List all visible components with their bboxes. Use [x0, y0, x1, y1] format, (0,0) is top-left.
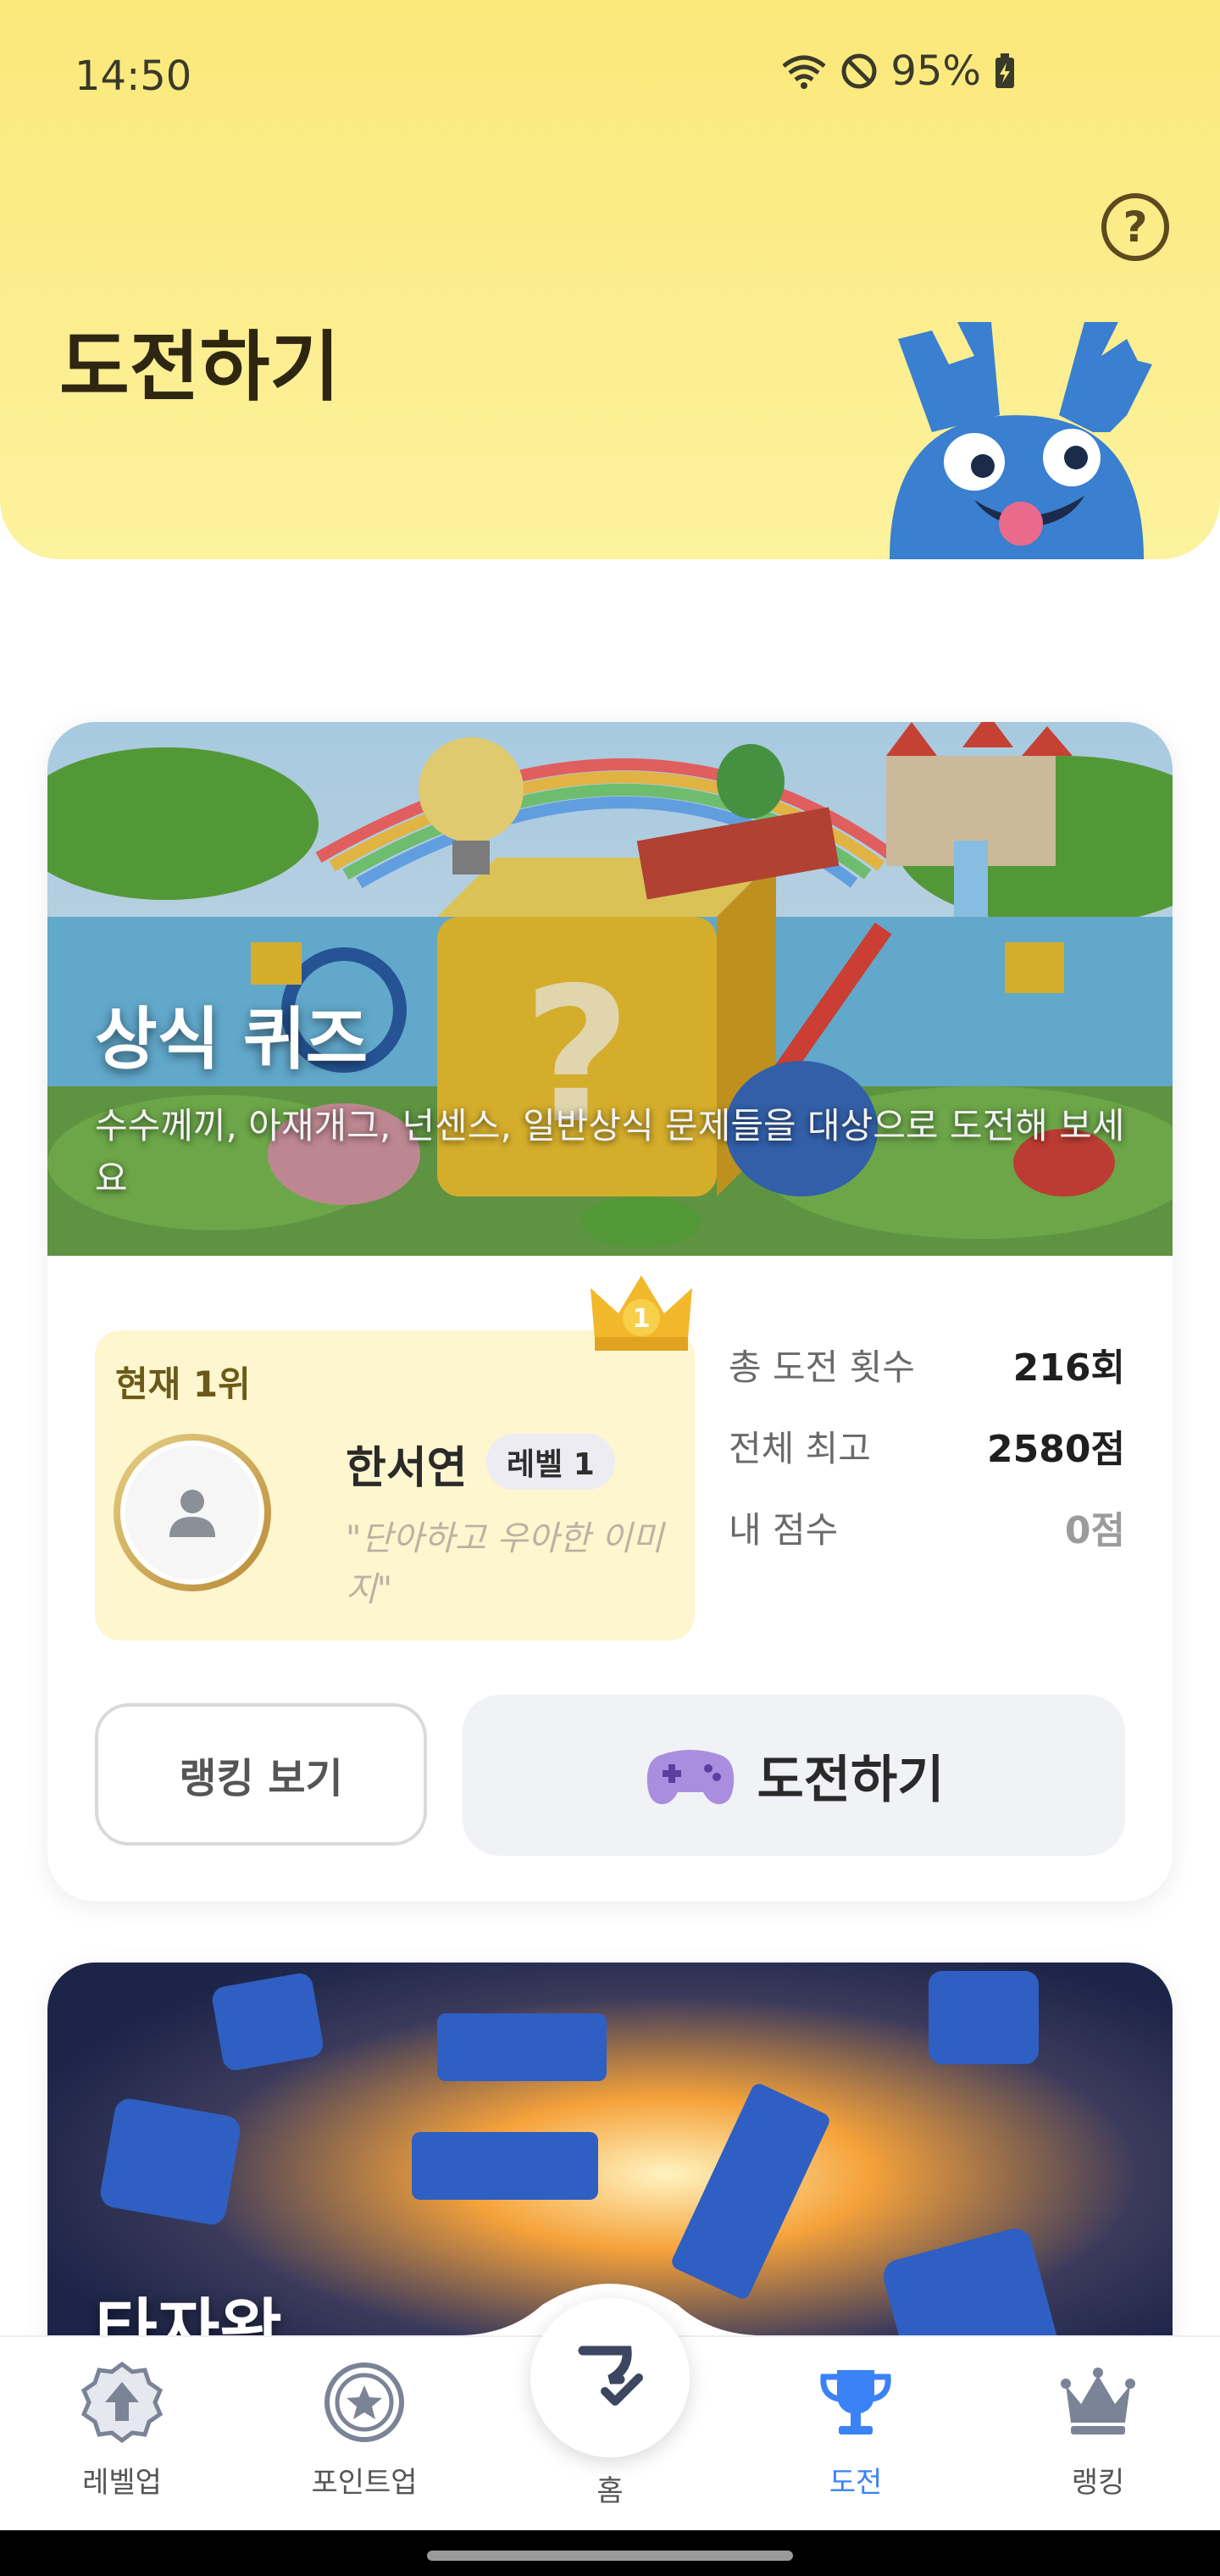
stat-value: 0점	[1064, 1509, 1125, 1552]
start-challenge-button[interactable]: 도전하기	[463, 1695, 1125, 1856]
quiz-title: 상식 퀴즈	[95, 1000, 369, 1079]
stat-label: 전체 최고	[729, 1428, 871, 1469]
gamepad-icon	[646, 1750, 734, 1805]
ranker-quote: "단아하고 우아한 이미지"	[346, 1519, 664, 1609]
wifi-icon	[782, 55, 826, 89]
stat-my-score: 내 점수 0점	[685, 1493, 1125, 1574]
nav-item-ranking[interactable]: 랭킹	[1013, 2356, 1183, 2501]
stat-total-attempts: 총 도전 횟수 216회	[685, 1330, 1125, 1412]
gesture-handle[interactable]	[427, 2551, 793, 2561]
help-button[interactable]: ?	[1101, 193, 1169, 261]
quiz-banner: ? 상식 퀴즈 수수께끼, 아재개그, 넌센스, 일반상식 문제들을 대상으로 …	[47, 722, 1173, 1256]
status-time: 14:50	[75, 53, 192, 100]
quiz-card[interactable]: ? 상식 퀴즈 수수께끼, 아재개그, 넌센스, 일반상식 문제들을 대상으로 …	[47, 722, 1173, 1901]
question-circle-icon: ?	[1123, 203, 1148, 252]
avatar[interactable]	[114, 1434, 271, 1591]
nav-label: 랭킹	[1071, 2466, 1125, 2500]
nav-label: 포인트업	[311, 2466, 418, 2500]
nav-item-point-up[interactable]: 포인트업	[280, 2356, 449, 2501]
nav-item-challenge[interactable]: 도전	[771, 2356, 940, 2501]
home-logo-icon	[578, 2346, 643, 2406]
nav-label: 레벨업	[82, 2466, 162, 2500]
battery-charging-icon	[995, 53, 1014, 88]
stat-value: 2580점	[987, 1428, 1125, 1471]
top-ranker-box: 1 현재 1위 한서연 레벨 1 "단아하고 우아한 이미지"	[95, 1275, 695, 1641]
status-icons: 95%	[780, 47, 1017, 95]
star-medal-icon	[324, 2362, 404, 2442]
crown-icon: 1	[591, 1275, 692, 1351]
view-ranking-button[interactable]: 랭킹 보기	[95, 1703, 427, 1846]
nav-label-home: 홈	[596, 2474, 624, 2508]
crown-icon	[1061, 2368, 1135, 2434]
level-up-badge-icon	[80, 2361, 164, 2444]
nav-item-home[interactable]	[530, 2298, 690, 2457]
battery-percent: 95%	[890, 47, 981, 95]
ranker-name: 한서연	[346, 1443, 468, 1494]
user-placeholder-icon	[169, 1490, 215, 1537]
page-title: 도전하기	[59, 323, 341, 412]
stat-label: 총 도전 횟수	[729, 1346, 915, 1388]
stat-label: 내 점수	[729, 1509, 839, 1551]
crown-rank-number: 1	[633, 1304, 651, 1334]
status-bar: 14:50 95%	[0, 0, 1220, 153]
nav-item-level-up[interactable]: 레벨업	[37, 2356, 207, 2501]
do-not-disturb-icon	[841, 53, 877, 89]
mascot-character-icon	[890, 322, 1152, 559]
trophy-icon	[820, 2370, 891, 2434]
start-challenge-label: 도전하기	[757, 1750, 945, 1810]
stat-overall-best: 전체 최고 2580점	[685, 1412, 1125, 1493]
header: 14:50 95% ? 도전하기	[0, 0, 1220, 559]
current-rank-label: 현재 1위	[115, 1363, 251, 1405]
stats-list: 총 도전 횟수 216회 전체 최고 2580점 내 점수 0점	[685, 1330, 1125, 1574]
stat-value: 216회	[1012, 1346, 1125, 1390]
nav-label: 도전	[829, 2466, 883, 2500]
quiz-description: 수수께끼, 아재개그, 넌센스, 일반상식 문제들을 대상으로 도전해 보세요	[95, 1105, 1125, 1199]
level-badge: 레벨 1	[486, 1434, 615, 1490]
